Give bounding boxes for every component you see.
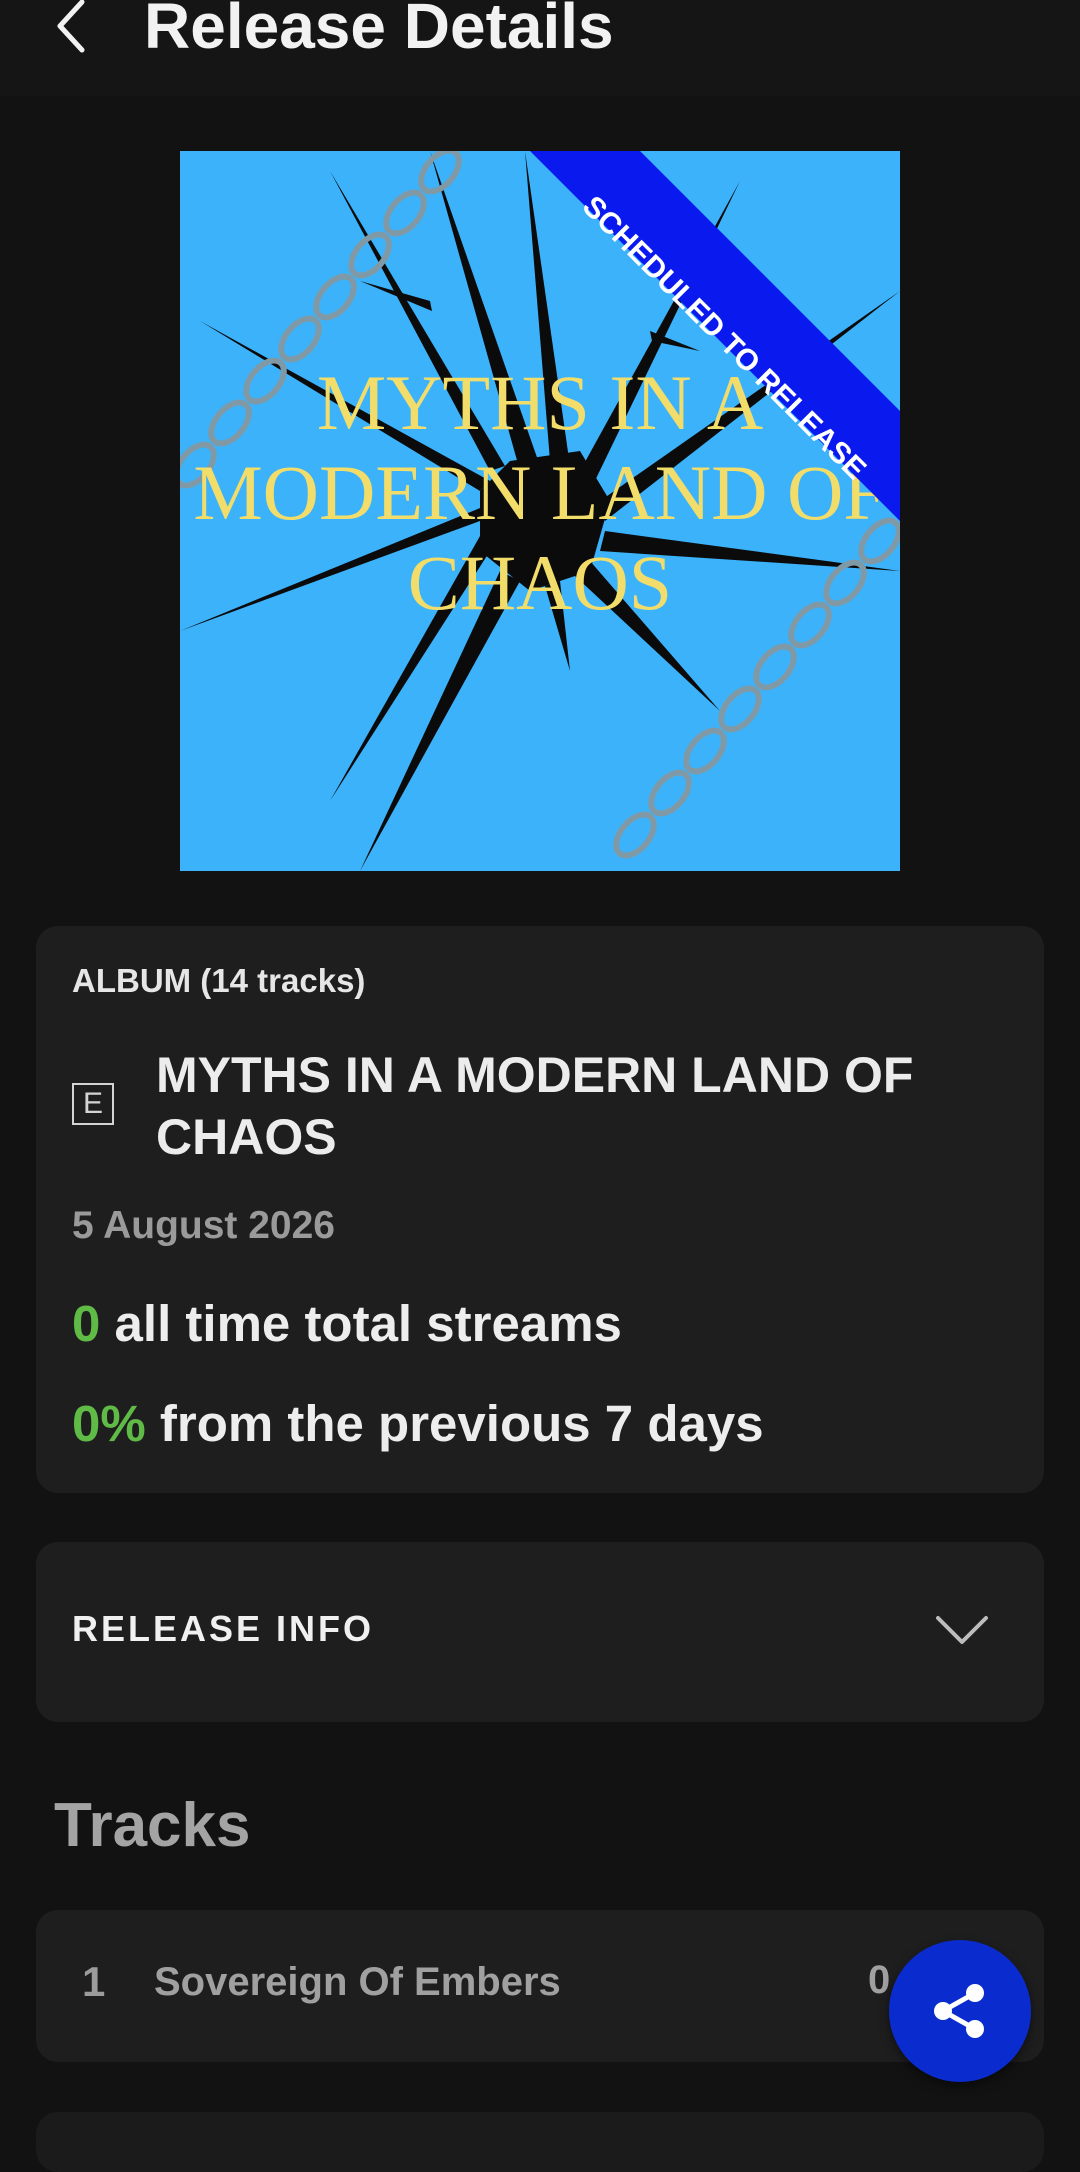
track-row[interactable] bbox=[36, 2112, 1044, 2172]
cover-title-line-2: MODERN LAND OF bbox=[193, 449, 886, 536]
tracks-heading: Tracks bbox=[54, 1791, 251, 1860]
top-bar: Release Details bbox=[0, 0, 1080, 96]
weekly-change-value: 0% bbox=[72, 1395, 146, 1452]
release-info-label: RELEASE INFO bbox=[72, 1608, 375, 1649]
total-streams-stat: 0 all time total streams bbox=[72, 1294, 622, 1353]
track-title: Sovereign Of Embers bbox=[154, 1960, 561, 2004]
album-type-label: ALBUM (14 tracks) bbox=[72, 962, 366, 999]
total-streams-label: all time total streams bbox=[114, 1295, 622, 1352]
weekly-change-stat: 0% from the previous 7 days bbox=[72, 1394, 764, 1453]
chevron-down-icon bbox=[936, 1616, 988, 1644]
chevron-left-icon bbox=[57, 0, 85, 53]
cover-title-line-3: CHAOS bbox=[408, 539, 672, 626]
track-number: 1 bbox=[82, 1958, 106, 2005]
album-summary-card: ALBUM (14 tracks) E MYTHS IN A MODERN LA… bbox=[36, 926, 1044, 1493]
cover-title-line-1: MYTHS IN A bbox=[317, 359, 763, 446]
back-button[interactable] bbox=[50, 0, 94, 54]
weekly-change-label: from the previous 7 days bbox=[159, 1395, 764, 1452]
share-icon bbox=[934, 1984, 984, 2038]
album-cover-art: MYTHS IN A MODERN LAND OF CHAOS SCHEDULE… bbox=[180, 151, 900, 871]
release-date: 5 August 2026 bbox=[72, 1204, 335, 1247]
share-button[interactable] bbox=[889, 1940, 1031, 2082]
album-title: MYTHS IN A MODERN LAND OF CHAOS bbox=[156, 1047, 914, 1165]
track-streams: 0 bbox=[868, 1958, 891, 2002]
total-streams-value: 0 bbox=[72, 1295, 101, 1352]
page-title: Release Details bbox=[144, 0, 614, 62]
explicit-badge: E bbox=[72, 1083, 114, 1125]
release-info-toggle[interactable]: RELEASE INFO bbox=[36, 1542, 1044, 1722]
